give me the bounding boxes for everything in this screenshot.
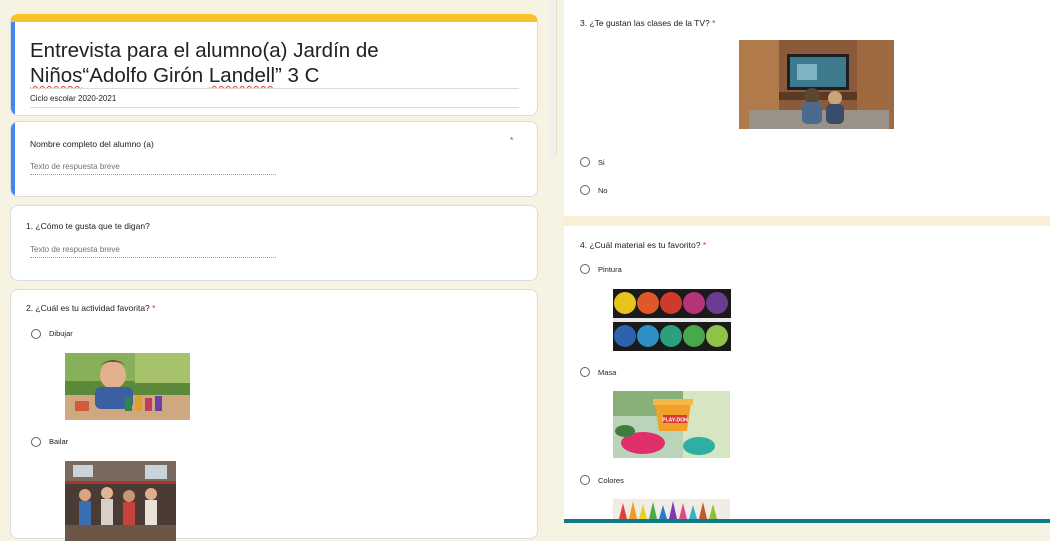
option-label: Si: [598, 158, 605, 167]
question-label: Nombre completo del alumno (a): [30, 139, 154, 149]
radio-button-pintura[interactable]: [580, 264, 590, 274]
question-card-2: 2. ¿Cuál es tu actividad favorita? * Dib…: [10, 289, 538, 541]
left-form-panel: Entrevista para el alumno(a) Jardín de N…: [0, 0, 548, 541]
active-accent-bar: [11, 22, 15, 115]
radio-button-masa[interactable]: [580, 367, 590, 377]
children-dancing-image: [65, 461, 176, 541]
radio-button-no[interactable]: [580, 185, 590, 195]
paint-palette-image: [613, 289, 731, 351]
option-label: Bailar: [49, 437, 69, 446]
form-title-word: Landell: [208, 64, 276, 87]
question-card-name[interactable]: Nombre completo del alumno (a) * Texto d…: [10, 121, 538, 197]
section-divider: [564, 216, 1050, 226]
description-divider: [30, 107, 519, 108]
radio-button-si[interactable]: [580, 157, 590, 167]
child-drawing-image: [65, 353, 190, 420]
title-divider: [30, 88, 519, 89]
play-dough-image: PLAY-DOH: [613, 391, 730, 458]
option-label: Dibujar: [49, 329, 73, 338]
question-label: 1. ¿Cómo te gusta que te digan?: [26, 221, 150, 231]
option-label: Pintura: [598, 265, 622, 274]
children-watching-tv-image: [739, 40, 894, 129]
form-title-word: ” 3 C: [275, 64, 320, 87]
radio-button-dibujar[interactable]: [31, 329, 41, 339]
active-accent-bar: [11, 122, 15, 196]
question-label: 3. ¿Te gustan las clases de la TV? *: [580, 18, 716, 28]
form-title-word: Niños: [30, 64, 83, 87]
play-doh-logo: PLAY-DOH: [662, 418, 688, 424]
form-title-word: “Adolfo Girón: [82, 64, 209, 87]
question-label: 2. ¿Cuál es tu actividad favorita? *: [26, 303, 156, 313]
radio-button-colores[interactable]: [580, 475, 590, 485]
form-title: Entrevista para el alumno(a) Jardín de N…: [30, 38, 510, 88]
required-asterisk: *: [510, 135, 514, 145]
question-label: 4. ¿Cuál material es tu favorito? *: [580, 240, 707, 250]
option-label: Colores: [598, 476, 624, 485]
card-edge: [548, 0, 557, 158]
form-description: Ciclo escolar 2020-2021: [30, 94, 117, 103]
question-card-1: 1. ¿Cómo te gusta que te digan? Texto de…: [10, 205, 538, 281]
form-title-card: Entrevista para el alumno(a) Jardín de N…: [10, 14, 538, 116]
crayons-image: [613, 499, 730, 519]
short-answer-input[interactable]: Texto de respuesta breve: [30, 162, 276, 175]
option-label: No: [598, 186, 608, 195]
short-answer-input[interactable]: Texto de respuesta breve: [30, 245, 276, 258]
option-label: Masa: [598, 368, 617, 377]
radio-button-bailar[interactable]: [31, 437, 41, 447]
form-title-line1: Entrevista para el alumno(a) Jardín de: [30, 39, 379, 62]
bottom-accent-bar: [564, 519, 1050, 523]
